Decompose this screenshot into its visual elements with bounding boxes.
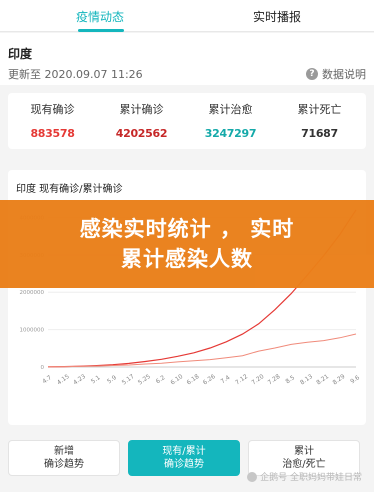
- x-tick-label: 6.2: [155, 374, 167, 385]
- segment-label-line2: 确诊趋势: [164, 459, 204, 470]
- tab-live-broadcast[interactable]: 实时播报: [253, 8, 301, 25]
- question-icon: ?: [306, 68, 318, 80]
- x-tick-label: 5.25: [137, 373, 152, 387]
- stat-label: 累计治愈: [208, 103, 253, 116]
- active-tab-indicator: [78, 29, 124, 32]
- y-tick-label: 1000000: [20, 328, 45, 334]
- x-tick-label: 7.28: [267, 373, 282, 387]
- x-tick-label: 8.29: [331, 373, 346, 387]
- region-name: 印度: [8, 47, 33, 61]
- x-tick-label: 7.4: [220, 374, 232, 385]
- region-header: 印度 更新至 2020.09.07 11:26 ? 数据说明: [0, 33, 374, 85]
- stat-value: 4202562: [115, 127, 168, 140]
- segment-label-line2: 确诊趋势: [44, 459, 84, 470]
- x-tick-label: 7.20: [250, 373, 265, 387]
- stat-value: 71687: [301, 127, 338, 140]
- x-tick-label: 8.21: [315, 373, 330, 387]
- x-tick-label: 9.6: [349, 374, 361, 385]
- watermark: 企鹅号 全职妈妈带娃日常: [247, 470, 362, 483]
- stat-total-recovered: 累计治愈 3247297: [186, 101, 275, 140]
- x-tick-label: 4.23: [72, 373, 87, 387]
- x-tick-label: 7.12: [234, 373, 249, 387]
- top-tab-bar: 疫情动态 实时播报: [0, 0, 374, 32]
- x-tick-label: 6.18: [186, 373, 201, 387]
- data-explanation-label: 数据说明: [322, 68, 366, 81]
- segment-new-confirmed-trend[interactable]: 新增 确诊趋势: [8, 440, 120, 476]
- segment-label-line1: 累计: [294, 446, 314, 457]
- stat-value: 3247297: [204, 127, 257, 140]
- banner-line-2: 累计感染人数: [121, 247, 253, 271]
- x-tick-label: 5.1: [90, 374, 102, 385]
- segment-current-total-confirmed-trend[interactable]: 现有/累计确诊趋势: [128, 440, 240, 476]
- x-tick-label: 8.13: [299, 373, 314, 387]
- watermark-text: 企鹅号 全职妈妈带娃日常: [260, 473, 362, 483]
- stats-panel: 现有确诊 883578 累计确诊 4202562 累计治愈 3247297 累计…: [8, 93, 366, 149]
- segment-label-line1: 现有/累计: [162, 446, 206, 457]
- tab-epidemic-news[interactable]: 疫情动态: [76, 8, 124, 25]
- x-tick-label: 4.15: [56, 373, 71, 387]
- segment-label-line1: 新增: [54, 446, 74, 457]
- overlay-banner: 感染实时统计 ， 实时 累计感染人数: [0, 200, 374, 288]
- stat-total-deaths: 累计死亡 71687: [275, 101, 364, 140]
- stat-total-confirmed: 累计确诊 4202562: [97, 101, 186, 140]
- x-tick-label: 8.5: [284, 374, 296, 385]
- x-tick-label: 6.26: [202, 373, 217, 387]
- penguin-logo-icon: [247, 471, 258, 482]
- stat-label: 现有确诊: [30, 103, 75, 116]
- stat-label: 累计确诊: [119, 103, 164, 116]
- stat-value: 883578: [30, 127, 75, 140]
- stat-current-confirmed: 现有确诊 883578: [8, 101, 97, 140]
- x-tick-label: 5.9: [106, 374, 118, 385]
- data-explanation-link[interactable]: ? 数据说明: [306, 66, 366, 82]
- y-tick-label: 0: [41, 365, 45, 371]
- update-time: 更新至 2020.09.07 11:26: [8, 68, 143, 81]
- stat-label: 累计死亡: [297, 103, 342, 116]
- y-tick-label: 2000000: [20, 290, 45, 296]
- x-tick-label: 5.17: [121, 373, 136, 387]
- x-tick-label: 6.10: [169, 373, 184, 387]
- x-tick-label: 4.7: [41, 374, 53, 385]
- banner-line-1: 感染实时统计 ， 实时: [79, 217, 295, 241]
